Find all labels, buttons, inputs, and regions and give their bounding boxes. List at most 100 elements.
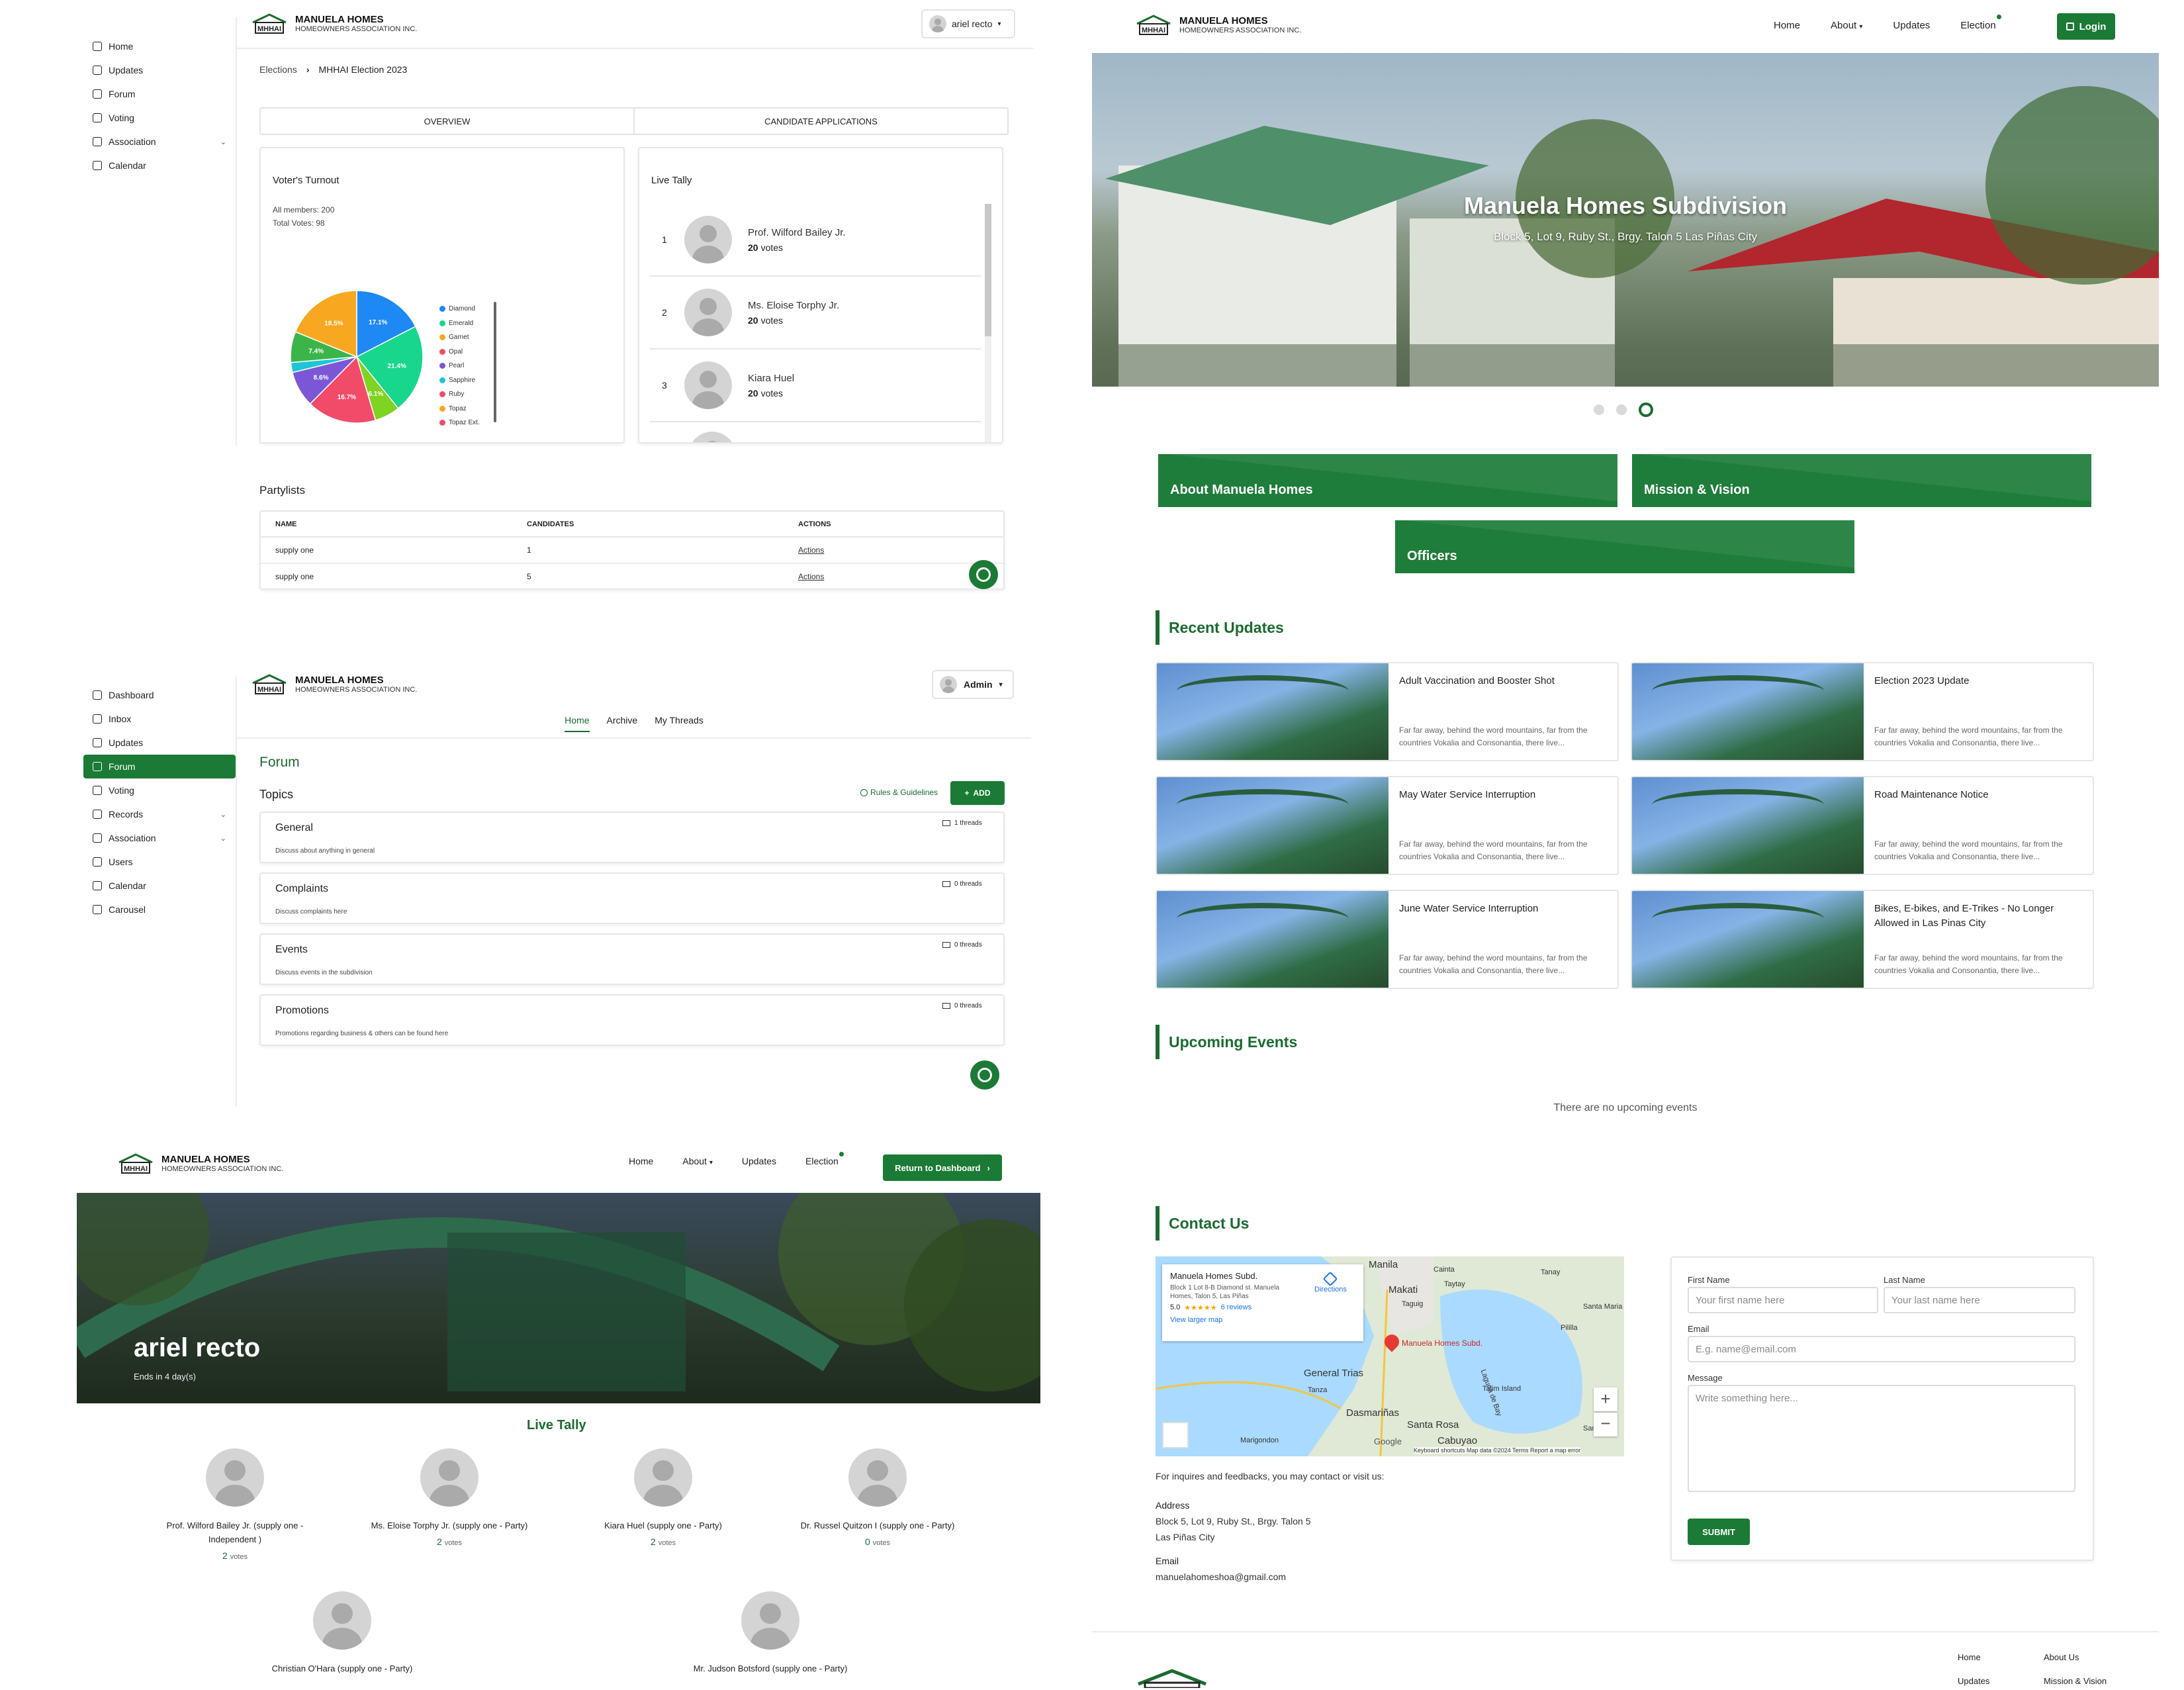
zoom-in-button[interactable]: + [1594, 1387, 1617, 1411]
login-button[interactable]: Login [2057, 13, 2115, 40]
legend-item[interactable]: Diamond [439, 302, 480, 316]
legend-swatch [439, 348, 445, 355]
nav-home[interactable]: Home [629, 1156, 653, 1166]
chevron-down-icon: ⌄ [220, 138, 226, 146]
legend-item[interactable]: Ruby [439, 387, 480, 402]
sidebar-item-forum[interactable]: Forum [83, 82, 236, 106]
update-card[interactable]: May Water Service Interruption Far far aw… [1156, 776, 1619, 875]
legend-item[interactable]: Opal [439, 345, 480, 359]
candidate-card: Kiara Huel (supply one - Party) 2 votes [577, 1448, 749, 1547]
candidate-card: Mr. Judson Botsford (supply one - Party) [684, 1591, 856, 1690]
subnav-archive[interactable]: Archive [607, 715, 638, 737]
user-menu[interactable]: Admin ▾ [932, 670, 1014, 699]
sidebar-item-home[interactable]: Home [83, 34, 236, 58]
tab-overview[interactable]: OVERVIEW [261, 109, 635, 134]
carousel-dot-1[interactable] [1594, 404, 1604, 415]
zoom-out-button[interactable]: − [1594, 1413, 1617, 1436]
footer-link-home[interactable]: Home [1958, 1652, 1981, 1662]
legend-item[interactable]: Emerald [439, 316, 480, 331]
tile-mission-vision[interactable]: Mission & Vision [1632, 454, 2091, 507]
map-reviews-link[interactable]: 6 reviews [1221, 1303, 1251, 1312]
vote-unit: votes [444, 1539, 463, 1547]
carousel-dot-3[interactable] [1639, 402, 1653, 417]
footer-link-updates[interactable]: Updates [1958, 1676, 1989, 1686]
footer-link-mission[interactable]: Mission & Vision [2044, 1676, 2107, 1686]
update-excerpt: Far far away, behind the word mountains,… [1399, 726, 1588, 747]
chat-bubble-button[interactable] [970, 1060, 999, 1090]
topic-card-events[interactable]: Events Discuss events in the subdivision 0… [259, 933, 1005, 985]
topic-card-general[interactable]: General Discuss about anything in general… [259, 812, 1005, 863]
last-name-input[interactable]: Your last name here [1884, 1287, 2075, 1313]
nav-home[interactable]: Home [1774, 20, 1800, 31]
nav-election[interactable]: Election [805, 1152, 844, 1166]
update-card[interactable]: Election 2023 Update Far far away, behind… [1631, 662, 2094, 761]
user-name: Admin [964, 679, 993, 690]
return-dashboard-button[interactable]: Return to Dashboard › [883, 1154, 1002, 1181]
subnav-home[interactable]: Home [565, 715, 590, 732]
header-logo[interactable]: MHHAI MANUELA HOMES HOMEOWNERS ASSOCIATIO… [118, 1153, 283, 1174]
tile-about[interactable]: About Manuela Homes [1158, 454, 1617, 507]
header-logo[interactable]: MHHAI MANUELA HOMES HOMEOWNERS ASSOCIATIO… [1136, 15, 1301, 36]
map-larger-link[interactable]: View larger map [1170, 1316, 1355, 1324]
breadcrumb-root[interactable]: Elections [259, 64, 297, 75]
update-card[interactable]: June Water Service Interruption Far far a… [1156, 890, 1619, 989]
first-name-input[interactable]: Your first name here [1688, 1287, 1878, 1313]
map-label: Santa Maria [1583, 1303, 1623, 1311]
update-card[interactable]: Adult Vaccination and Booster Shot Far fa… [1156, 662, 1619, 761]
topic-card-complaints[interactable]: Complaints Discuss complaints here 0 threa… [259, 872, 1005, 924]
footer-link-about[interactable]: About Us [2044, 1652, 2079, 1662]
sidebar-item-users[interactable]: Users [83, 850, 236, 874]
nav-about[interactable]: About ▾ [1831, 20, 1862, 31]
sidebar-item-inbox[interactable]: Inbox [83, 707, 236, 731]
user-menu[interactable]: ariel recto ▾ [921, 9, 1015, 38]
add-topic-button[interactable]: + ADD [950, 781, 1005, 805]
update-card[interactable]: Bikes, E-bikes, and E-Trikes - No Longer… [1631, 890, 2094, 989]
candidate-name: Christian O'Hara (supply one - Party) [271, 1664, 413, 1673]
sidebar-item-updates[interactable]: Updates [83, 731, 236, 755]
legend-item[interactable]: Garnet [439, 330, 480, 345]
topic-card-promotions[interactable]: Promotions Promotions regarding business … [259, 994, 1005, 1046]
update-card[interactable]: Road Maintenance Notice Far far away, beh… [1631, 776, 2094, 875]
chat-bubble-button[interactable] [969, 560, 998, 589]
sidebar-item-updates[interactable]: Updates [83, 58, 236, 82]
legend-item[interactable]: Pearl [439, 359, 480, 373]
nav-about[interactable]: About ▾ [682, 1156, 713, 1166]
sidebar-item-forum[interactable]: Forum [83, 755, 236, 778]
legend-label: Emerald [449, 319, 474, 327]
tally-scrollbar[interactable] [985, 204, 991, 442]
email-field[interactable]: E.g. name@email.com [1688, 1336, 2075, 1362]
sidebar-item-calendar[interactable]: Calendar [83, 874, 236, 898]
header-logo[interactable]: MHHAI MANUELA HOMES HOMEOWNERS ASSOCIATIO… [251, 13, 417, 34]
sidebar-item-calendar[interactable]: Calendar [83, 154, 236, 177]
sidebar-item-records[interactable]: Records ⌄ [83, 802, 236, 826]
sidebar-item-dashboard[interactable]: Dashboard [83, 683, 236, 707]
map-directions[interactable]: Directions [1314, 1271, 1347, 1293]
hero-carousel[interactable]: Manuela Homes Subdivision Block 5, Lot 9… [1092, 53, 2159, 387]
sidebar-item-voting[interactable]: Voting [83, 778, 236, 802]
legend-item[interactable]: Topaz Ext. [439, 416, 480, 430]
legend-scrollbar[interactable] [494, 302, 496, 422]
rules-link[interactable]: Rules & Guidelines [860, 788, 938, 797]
email-value[interactable]: manuelahomeshoa@gmail.com [1156, 1572, 1286, 1582]
message-field[interactable]: Write something here... [1688, 1385, 2075, 1492]
nav-updates[interactable]: Updates [1893, 20, 1930, 31]
tab-candidate-applications[interactable]: CANDIDATE APPLICATIONS [635, 109, 1007, 134]
sidebar-item-carousel[interactable]: Carousel [83, 898, 236, 921]
update-title: Adult Vaccination and Booster Shot [1399, 675, 1555, 686]
carousel-dot-2[interactable] [1616, 404, 1627, 415]
map-type-toggle[interactable] [1162, 1422, 1189, 1448]
nav-election[interactable]: Election [1960, 15, 2001, 31]
tile-officers[interactable]: Officers [1395, 520, 1854, 573]
location-map[interactable]: Manuela Homes Subd. Block 1 Lot 8-B Diam… [1156, 1256, 1624, 1456]
legend-item[interactable]: Sapphire [439, 373, 480, 388]
actions-link[interactable]: Actions [784, 537, 1003, 563]
submit-button[interactable]: SUBMIT [1688, 1519, 1750, 1545]
sidebar-item-association[interactable]: Association ⌄ [83, 130, 236, 154]
header-logo[interactable]: MHHAI MANUELA HOMES HOMEOWNERS ASSOCIATIO… [251, 674, 417, 695]
nav-updates[interactable]: Updates [742, 1156, 776, 1166]
logo-icon: MHHAI [118, 1153, 153, 1174]
sidebar-item-association[interactable]: Association ⌄ [83, 826, 236, 850]
sidebar-item-voting[interactable]: Voting [83, 106, 236, 130]
legend-item[interactable]: Topaz [439, 402, 480, 416]
subnav-my-threads[interactable]: My Threads [655, 715, 704, 737]
